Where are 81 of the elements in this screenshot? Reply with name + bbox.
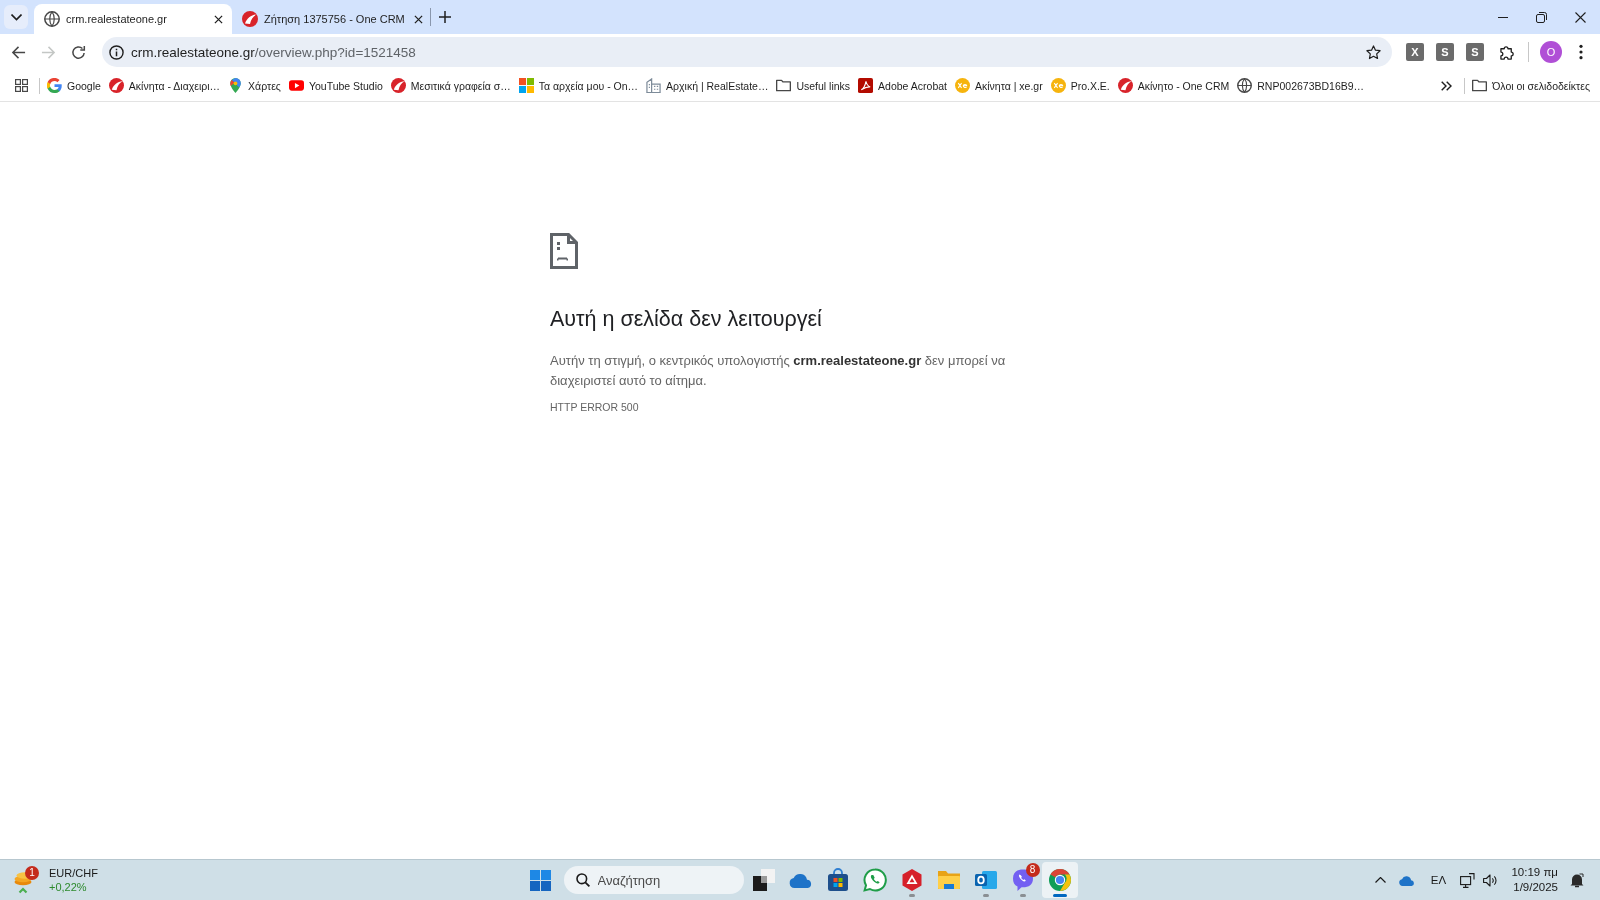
widget-title[interactable]: EUR/CHF [49,866,98,880]
browser-tab[interactable]: Ζήτηση 1375756 - One CRM [232,4,430,34]
shopping-bag-icon [825,868,850,892]
four-squares-icon [518,78,534,93]
error-message: Αυτήν τη στιγμή, ο κεντρικός υπολογιστής crm.realestateone.gr δεν μπορεί να διαχειριστεί αυτό το αίτημα. [550,352,1007,390]
g-letter-icon [47,78,62,93]
folder-icon [1472,78,1488,93]
grid-icon [14,79,28,92]
search-icon [575,873,590,887]
swoosh-logo-icon [108,78,124,93]
address-text: crm.realestateone.gr/overview.php?id=1521458 [131,44,416,60]
swoosh-logo-icon [242,11,258,27]
search-field[interactable]: Αναζήτηση [563,866,744,894]
all-bookmarks-folder[interactable]: Όλοι οι σελιδοδείκτες [1468,71,1594,100]
cloud-icon [1398,874,1417,886]
error-code: HTTP ERROR 500 [550,400,639,414]
bookmark-item[interactable]: Τα αρχεία μου - On… [514,71,643,100]
folder-icon [776,78,792,93]
building-icon [646,78,662,93]
clock-date[interactable]: 1/9/2025 [1513,880,1558,895]
mail-icon [973,868,998,892]
coin-icon [1050,78,1066,93]
bookmark-item[interactable]: Ακίνητο - One CRM [1113,71,1234,100]
monitor-icon [1459,872,1475,888]
play-icon [288,78,304,93]
speaker-icon [1482,873,1497,887]
notification-badge: 1 [25,866,39,880]
stacked-squares-icon [751,868,776,892]
bookmark-item[interactable]: Χάρτες [224,71,285,100]
bookmark-item[interactable]: Pro.X.E. [1046,71,1114,100]
extension-button[interactable]: X [1406,43,1424,61]
bookmark-item[interactable]: Μεσιτικά γραφεία σ… [386,71,515,100]
forward-arrow-icon [40,44,56,60]
clock-time[interactable]: 10:19 πμ [1511,865,1558,880]
bookmark-item[interactable]: YouTube Studio [284,71,387,100]
input-language-button[interactable]: ΕΛ [1423,864,1454,896]
chat-bubble-icon [862,868,887,892]
bookmark-item[interactable]: Ακίνητα | xe.gr [951,71,1047,100]
tab-list-button[interactable] [4,5,28,29]
taskbar-app-button[interactable]: 8 [1004,862,1041,898]
extension-button[interactable]: S [1466,43,1484,61]
extension-button[interactable]: S [1436,43,1454,61]
notification-badge: 8 [1025,863,1040,877]
globe-icon [1237,78,1253,93]
info-icon [108,44,124,60]
bookmark-item[interactable]: Useful links [772,71,855,100]
browser-ring-icon [1047,868,1072,892]
swoosh-logo-icon [1117,78,1133,93]
folder-icon [936,868,961,892]
notification-bell-icon [1570,872,1584,888]
hexagon-icon [899,868,924,892]
globe-icon [44,11,60,27]
bookmark-item[interactable]: Google [43,71,105,100]
browser-tab[interactable]: crm.realestateone.gr [34,4,232,34]
close-icon [1575,11,1586,23]
map-pin-icon [228,78,244,93]
close-icon [414,14,424,24]
back-arrow-icon [10,44,26,60]
swoosh-logo-icon [390,78,406,93]
pdf-icon [858,78,874,93]
error-heading: Αυτή η σελίδα δεν λειτουργεί [550,306,823,333]
cloud-icon [788,872,813,888]
reload-icon [70,44,86,60]
coin-icon [955,78,970,93]
close-icon [213,14,223,24]
kebab-menu-icon [1579,44,1583,60]
four-squares-icon [530,869,551,891]
double-chevron-icon [1440,80,1452,91]
bookmark-item[interactable]: RNP002673BD16B9… [1233,71,1369,100]
profile-avatar-button[interactable]: O [1540,41,1562,63]
bookmark-item[interactable]: Ακίνητα - Διαχειρι… [104,71,225,100]
bookmark-item[interactable]: Αρχική | RealEstate… [642,71,773,100]
minimize-icon [1497,16,1508,18]
bookmark-item[interactable]: Adobe Acrobat [854,71,951,100]
plus-icon [439,11,451,23]
chevron-up-icon [1374,877,1386,883]
chevron-down-icon [10,13,22,21]
puzzle-icon [1499,44,1515,60]
sad-page-icon [550,233,578,269]
address-bar[interactable]: crm.realestateone.gr/overview.php?id=1521458 [102,37,1392,67]
restore-icon [1536,11,1547,23]
